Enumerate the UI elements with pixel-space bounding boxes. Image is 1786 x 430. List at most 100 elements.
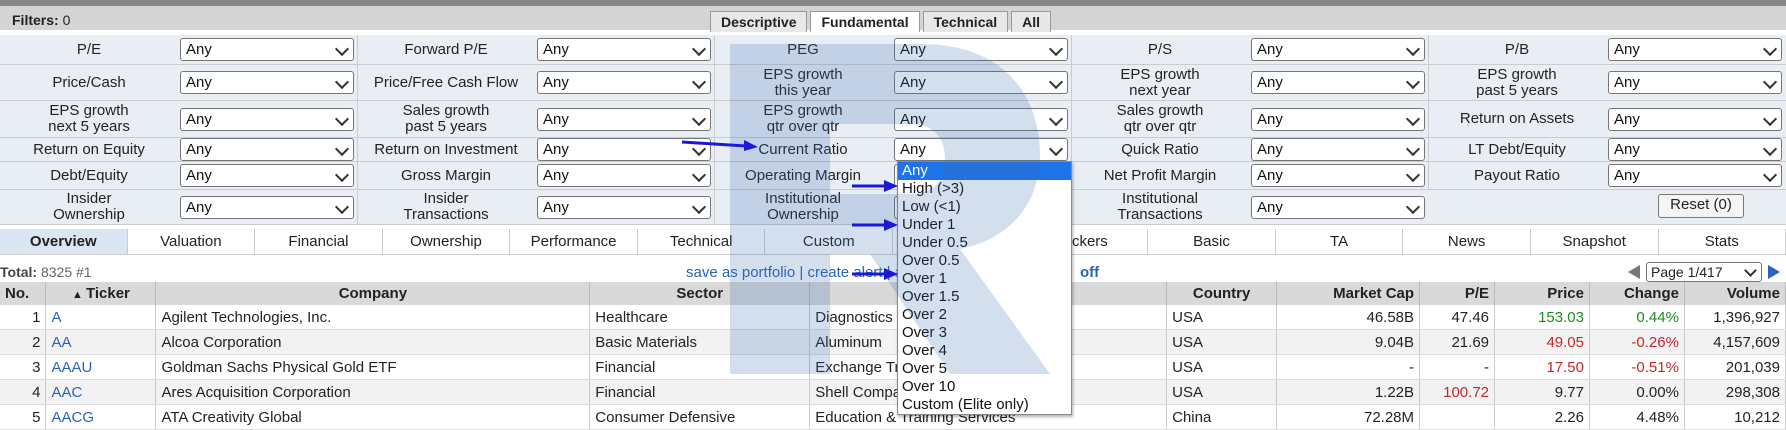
next-page-icon[interactable] <box>1768 265 1780 279</box>
tab-technical[interactable]: Technical <box>922 11 1009 32</box>
cell-ticker[interactable]: A <box>45 305 157 330</box>
filter-select-value: Any <box>1614 41 1640 58</box>
dropdown-option-over-5[interactable]: Over 5 <box>898 360 1071 378</box>
filter-select-return-on-assets[interactable]: Any <box>1608 107 1782 131</box>
view-tab-custom[interactable]: Custom <box>765 229 894 254</box>
filter-label-price-cash: Price/Cash <box>52 73 126 91</box>
filter-select-peg[interactable]: Any <box>894 38 1068 61</box>
dropdown-option-over-3[interactable]: Over 3 <box>898 324 1071 342</box>
column-header-change[interactable]: Change <box>1589 282 1685 305</box>
dropdown-option-over-1-5[interactable]: Over 1.5 <box>898 288 1071 306</box>
filter-select-eps-growth-past-5-years[interactable]: Any <box>1608 71 1782 94</box>
column-header-p-e[interactable]: P/E <box>1419 282 1496 305</box>
view-tab-basic[interactable]: Basic <box>1148 229 1276 254</box>
dropdown-option-under-0-5[interactable]: Under 0.5 <box>898 234 1071 252</box>
filter-select-value: Any <box>186 167 212 184</box>
column-header-country[interactable]: Country <box>1166 282 1278 305</box>
filter-select-eps-growth-qtr-over-qtr[interactable]: Any <box>894 107 1068 131</box>
filter-select-insider-transactions[interactable]: Any <box>537 195 711 219</box>
dropdown-option-under-1[interactable]: Under 1 <box>898 216 1071 234</box>
view-tab-performance[interactable]: Performance <box>510 229 638 254</box>
view-tab-technical[interactable]: Technical <box>638 229 766 254</box>
chevron-down-icon <box>1405 41 1421 57</box>
cell-market-cap: - <box>1276 354 1421 380</box>
table-row[interactable]: 3 AAAU Goldman Sachs Physical Gold ETF Fina… <box>0 354 1786 380</box>
view-tab-overview[interactable]: Overview <box>0 229 128 254</box>
filter-category-tabs: Descriptive Fundamental Technical All <box>710 11 1054 32</box>
column-header-volume[interactable]: Volume <box>1684 282 1786 305</box>
view-tab-financial[interactable]: Financial <box>255 229 383 254</box>
table-row[interactable]: 4 AAC Ares Acquisition Corporation Financia… <box>0 379 1786 405</box>
filter-select-return-on-investment[interactable]: Any <box>537 138 711 161</box>
column-header-company[interactable]: Company <box>155 282 591 305</box>
filter-select-debt-equity[interactable]: Any <box>180 164 354 187</box>
column-header-ticker[interactable]: ▲ Ticker <box>45 282 157 305</box>
filter-select-price-cash[interactable]: Any <box>180 71 354 94</box>
filter-select-payout-ratio[interactable]: Any <box>1608 164 1782 187</box>
cell-ticker[interactable]: AAAU <box>45 354 157 380</box>
filter-select-insider-ownership[interactable]: Any <box>180 195 354 219</box>
view-tab-stats[interactable]: Stats <box>1659 229 1786 254</box>
view-tab-ownership[interactable]: Ownership <box>383 229 511 254</box>
cell-market-cap: 72.28M <box>1276 404 1421 430</box>
cell-no: 2 <box>0 329 47 355</box>
filter-select-value: Any <box>543 41 569 58</box>
tab-fundamental[interactable]: Fundamental <box>810 11 920 32</box>
column-header-label: Country <box>1192 285 1251 302</box>
filter-label-current-ratio: Current Ratio <box>758 140 848 158</box>
filter-select-return-on-equity[interactable]: Any <box>180 138 354 161</box>
auto-refresh-off-link[interactable]: off <box>1080 264 1099 281</box>
filter-select-value: Any <box>900 41 926 58</box>
dropdown-option-over-10[interactable]: Over 10 <box>898 378 1071 396</box>
dropdown-option-any[interactable]: Any <box>898 162 1071 180</box>
filter-select-sales-growth-past-5-years[interactable]: Any <box>537 107 711 131</box>
table-row[interactable]: 5 AACG ATA Creativity Global Consumer Defen… <box>0 404 1786 430</box>
cell-ticker[interactable]: AA <box>45 329 157 355</box>
filter-select-eps-growth-this-year[interactable]: Any <box>894 71 1068 94</box>
filter-select-current-ratio[interactable]: Any <box>894 138 1068 161</box>
view-tab-valuation[interactable]: Valuation <box>128 229 256 254</box>
current-ratio-dropdown-list[interactable]: Any High (>3) Low (<1) Under 1 Under 0.5 Over… <box>897 161 1072 415</box>
dropdown-option-over-4[interactable]: Over 4 <box>898 342 1071 360</box>
column-header-no[interactable]: No. <box>0 282 47 305</box>
dropdown-option-custom-elite-only[interactable]: Custom (Elite only) <box>898 396 1071 414</box>
filter-select-lt-debt-equity[interactable]: Any <box>1608 138 1782 161</box>
filter-select-net-profit-margin[interactable]: Any <box>1251 164 1425 187</box>
view-tab-news[interactable]: News <box>1403 229 1531 254</box>
dropdown-option-over-1[interactable]: Over 1 <box>898 270 1071 288</box>
dropdown-option-over-0-5[interactable]: Over 0.5 <box>898 252 1071 270</box>
reset-button[interactable]: Reset (0) <box>1658 194 1744 218</box>
filter-select-p-b[interactable]: Any <box>1608 38 1782 61</box>
filter-select-eps-growth-next-5-years[interactable]: Any <box>180 107 354 131</box>
tab-all[interactable]: All <box>1011 11 1052 32</box>
column-header-label: Ticker <box>85 285 130 302</box>
dropdown-option-high-3[interactable]: High (>3) <box>898 180 1071 198</box>
filter-select-eps-growth-next-year[interactable]: Any <box>1251 71 1425 94</box>
filter-label-insider-transactions: Insider Transactions <box>403 190 489 223</box>
column-header-market-cap[interactable]: Market Cap <box>1276 282 1421 305</box>
prev-page-icon[interactable] <box>1628 265 1640 279</box>
cell-ticker[interactable]: AAC <box>45 379 157 405</box>
cell-ticker[interactable]: AACG <box>45 404 157 430</box>
filter-select-forward-p-e[interactable]: Any <box>537 38 711 61</box>
tab-descriptive[interactable]: Descriptive <box>710 11 808 32</box>
dropdown-option-over-2[interactable]: Over 2 <box>898 306 1071 324</box>
filter-select-price-free-cash-flow[interactable]: Any <box>537 71 711 94</box>
page-select[interactable]: Page 1/417 <box>1646 262 1762 282</box>
table-row[interactable]: 1 A Agilent Technologies, Inc. Healthcare Di… <box>0 305 1786 330</box>
filter-select-sales-growth-qtr-over-qtr[interactable]: Any <box>1251 107 1425 131</box>
dropdown-option-low-1[interactable]: Low (<1) <box>898 198 1071 216</box>
filter-select-value: Any <box>900 74 926 91</box>
column-header-label: P/E <box>1464 285 1490 302</box>
column-header-price[interactable]: Price <box>1494 282 1590 305</box>
column-header-sector[interactable]: Sector <box>589 282 811 305</box>
filter-select-p-s[interactable]: Any <box>1251 38 1425 61</box>
table-row[interactable]: 2 AA Alcoa Corporation Basic Materials Alumi… <box>0 329 1786 355</box>
filter-select-quick-ratio[interactable]: Any <box>1251 138 1425 161</box>
filter-label-gross-margin: Gross Margin <box>400 166 492 184</box>
filter-select-institutional-transactions[interactable]: Any <box>1251 195 1425 219</box>
filter-select-gross-margin[interactable]: Any <box>537 164 711 187</box>
filter-select-p-e[interactable]: Any <box>180 38 354 61</box>
view-tab-ta[interactable]: TA <box>1276 229 1404 254</box>
view-tab-snapshot[interactable]: Snapshot <box>1531 229 1659 254</box>
